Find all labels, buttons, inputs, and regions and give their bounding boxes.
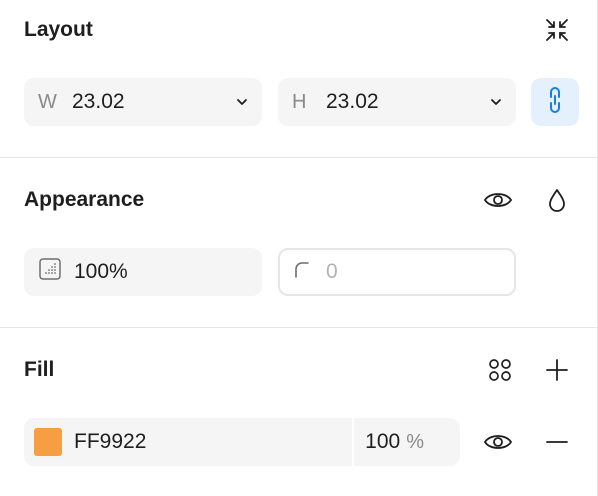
height-field[interactable]: H 23.02 [278, 78, 516, 126]
fill-opacity-value[interactable]: 100% [354, 430, 434, 454]
chevron-down-icon[interactable] [476, 97, 516, 107]
styles-grid-icon[interactable] [482, 352, 518, 388]
fill-section: Fill FF9922 100% [0, 328, 597, 496]
opacity-grid-icon [38, 257, 72, 287]
corner-radius-icon [292, 259, 326, 285]
height-prefix: H [292, 90, 307, 113]
collapse-arrows-icon[interactable] [539, 12, 575, 48]
height-value[interactable]: 23.02 [326, 90, 476, 114]
properties-panel: Layout W 23.02 H 23.02 Appearance 100% 0… [0, 0, 598, 496]
plus-icon[interactable] [539, 352, 575, 388]
eye-icon[interactable] [480, 182, 516, 218]
fill-opacity-number[interactable]: 100 [365, 430, 400, 453]
fill-opacity-unit: % [406, 431, 424, 453]
fill-title: Fill [24, 358, 55, 381]
minus-icon[interactable] [539, 424, 575, 460]
width-value[interactable]: 23.02 [72, 90, 222, 114]
opacity-value[interactable]: 100% [74, 260, 262, 284]
appearance-section: Appearance 100% 0 [0, 158, 597, 328]
fill-hex-value[interactable]: FF9922 [74, 430, 352, 454]
width-field[interactable]: W 23.02 [24, 78, 262, 126]
color-swatch[interactable] [34, 428, 62, 456]
layout-title: Layout [24, 18, 93, 41]
link-icon [545, 84, 565, 121]
corner-radius-field[interactable]: 0 [278, 248, 516, 296]
appearance-title: Appearance [24, 188, 145, 211]
constrain-proportions-button[interactable] [531, 78, 579, 126]
corner-radius-value[interactable]: 0 [326, 260, 514, 284]
opacity-field[interactable]: 100% [24, 248, 262, 296]
drop-icon[interactable] [539, 182, 575, 218]
chevron-down-icon[interactable] [222, 97, 262, 107]
fill-item-row[interactable]: FF9922 100% [24, 418, 460, 466]
width-prefix: W [38, 90, 57, 113]
layout-section: Layout W 23.02 H 23.02 [0, 0, 597, 158]
eye-icon[interactable] [480, 424, 516, 460]
